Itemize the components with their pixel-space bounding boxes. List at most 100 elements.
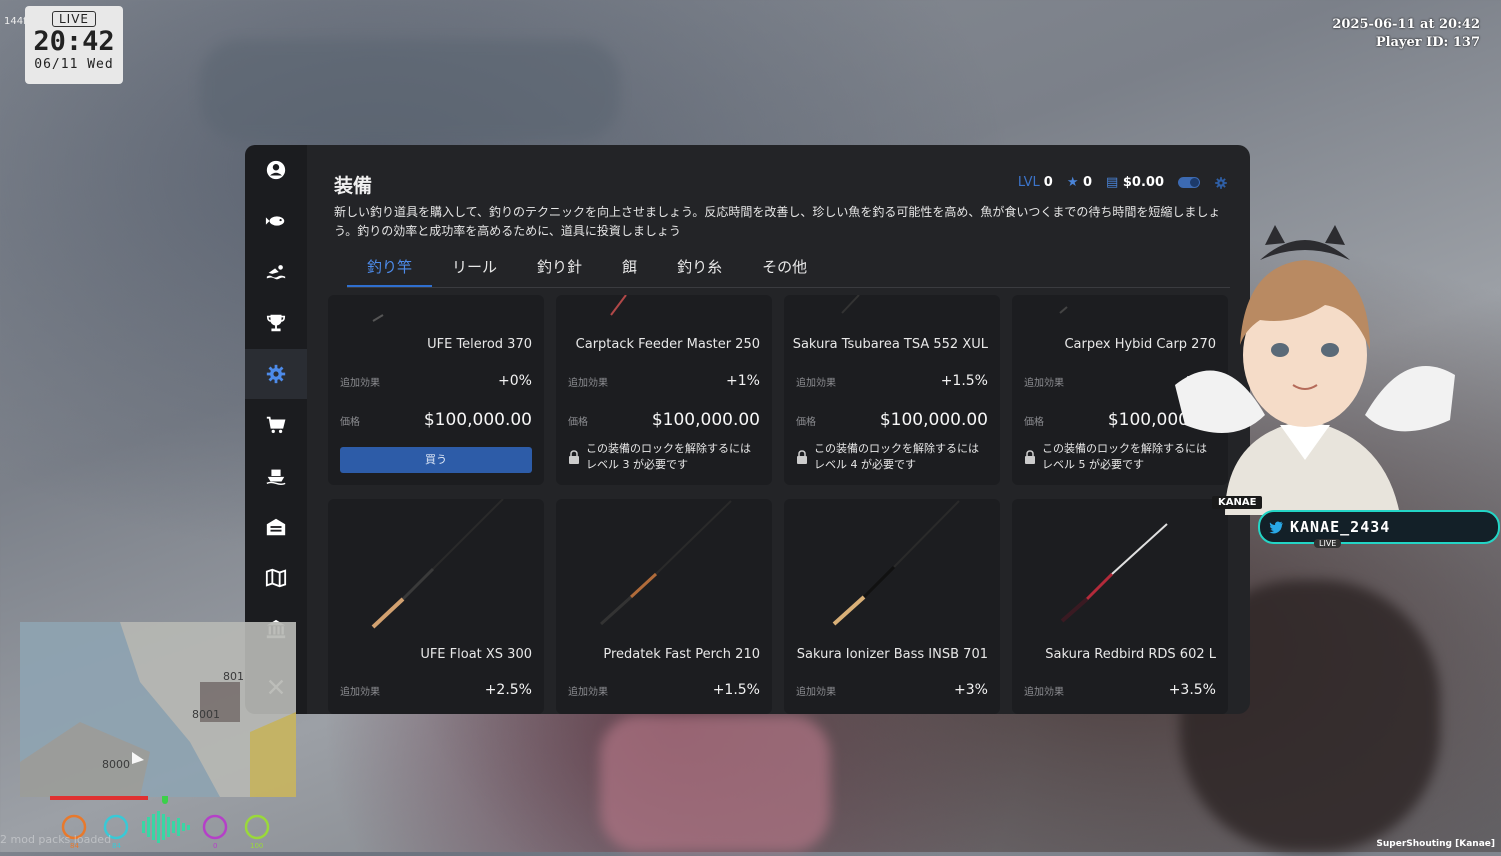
lock-level: レベル 3 が必要です [586,458,688,471]
fishing-rod-image [372,314,384,322]
cart-icon [266,416,286,434]
bonus-label: 追加効果 [568,686,608,698]
level-value: 0 [1043,175,1053,190]
fishing-rod-image [841,295,860,314]
product-card: Sakura Redbird RDS 602 L 追加効果 +3.5% [1012,499,1228,714]
level-display: LVL 0 [1018,175,1053,190]
minimap: 8001 8000 801 [20,622,296,797]
stress-value: 0 [213,842,217,850]
tab-other[interactable]: その他 [742,255,827,285]
price-label: 価格 [568,416,588,428]
sidebar-item-shop[interactable] [245,400,307,450]
product-name: Sakura Tsubarea TSA 552 XUL [792,337,988,352]
price-row: 価格 $100,000.00 [568,410,760,430]
map-icon [265,568,287,588]
bonus-row: 追加効果 +1.5% [796,373,988,389]
category-tabs: 釣り竿 リール 釣り針 餌 釣り糸 その他 [347,255,827,288]
tab-rods[interactable]: 釣り竿 [347,255,433,288]
minimap-label: 801 [223,670,244,683]
tab-line[interactable]: 釣り糸 [657,255,742,285]
bonus-row: 追加効果 +1% [568,373,760,389]
star-icon: ★ [1066,175,1079,190]
product-name: Sakura Redbird RDS 602 L [1045,647,1216,662]
bonus-label: 追加効果 [1024,377,1064,389]
streamer-nameplate: KANAE [1212,496,1263,509]
fishing-rod-image [599,500,732,626]
bonus-value: +0% [498,373,532,389]
product-card: Sakura Tsubarea TSA 552 XUL 追加効果 +1.5% 価格… [784,295,1000,485]
product-card: Carptack Feeder Master 250 追加効果 +1% 価格 $10… [556,295,772,485]
bonus-value: +1% [726,373,760,389]
tab-hooks[interactable]: 釣り針 [517,255,602,285]
lock-icon [797,450,807,464]
voice-meter-icon [142,811,190,843]
sidebar-item-fish[interactable] [245,196,307,246]
swimmer-icon [266,265,286,280]
server-datetime: 2025-06-11 at 20:42 [1332,17,1480,32]
sidebar-item-swim[interactable] [245,247,307,297]
product-name: UFE Float XS 300 [420,647,532,662]
player-id: Player ID: 137 [1375,35,1480,50]
product-name: Sakura Ionizer Bass INSB 701 [796,647,988,662]
tab-reels[interactable]: リール [432,255,517,285]
lock-text: この装備のロックを解除するには [814,442,979,455]
money-display: ▤ $0.00 [1106,175,1164,190]
warehouse-icon [266,518,286,536]
bonus-value: +3% [954,682,988,698]
stars-display: ★ 0 [1067,175,1092,190]
buy-button[interactable]: 買う [340,447,532,473]
tab-divider [347,287,1230,288]
clock-date: 06/11 Wed [34,57,114,72]
lock-icon [1025,450,1035,464]
money-icon: ▤ [1106,175,1119,190]
bonus-label: 追加効果 [1024,686,1064,698]
settings-gear-icon[interactable] [1214,176,1228,190]
bonus-row: 追加効果 +3.5% [1024,682,1216,698]
price-value: $100,000.00 [879,410,988,430]
money-value: $0.00 [1122,175,1164,190]
level-label: LVL [1017,175,1040,190]
sidebar-item-profile[interactable] [245,145,307,195]
server-info: 2025-06-11 at 20:42 Player ID: 137 [1332,16,1480,52]
product-name: UFE Telerod 370 [427,337,532,352]
price-label: 価格 [1024,416,1044,428]
price-label: 価格 [340,416,360,428]
fishing-rod-image [832,500,960,626]
lock-level: レベル 4 が必要です [814,458,916,471]
sidebar-item-boat[interactable] [245,451,307,501]
health-bar [50,796,148,800]
product-name: Carptack Feeder Master 250 [575,337,760,352]
gear-icon [266,364,286,384]
sidebar-item-equipment[interactable] [245,349,307,399]
bonus-row: 追加効果 +3% [796,682,988,698]
live-indicator: LIVE [1314,539,1342,548]
settings-toggle[interactable] [1178,177,1200,188]
price-value: $100,000.00 [651,410,760,430]
bonus-row: 追加効果 +1.5% [568,682,760,698]
fishing-rod-image [371,499,504,629]
bonus-label: 追加効果 [796,377,836,389]
price-row: 価格 $100,000.00 [340,410,532,430]
tab-bait[interactable]: 餌 [602,255,657,285]
boat-icon [266,469,286,485]
price-row: 価格 $100,000.00 [796,410,988,430]
bonus-row: 追加効果 +0% [340,373,532,389]
live-badge: LIVE [51,11,96,27]
product-card: UFE Float XS 300 追加効果 +2.5% [328,499,544,714]
sidebar-item-map[interactable] [245,553,307,603]
lock-text: この装備のロックを解除するには [586,442,751,455]
fishing-rod-image [1060,523,1168,623]
product-name: Predatek Fast Perch 210 [603,647,760,662]
sidebar-item-trophy[interactable] [245,298,307,348]
page-description: 新しい釣り道具を購入して、釣りのテクニックを向上させましょう。反応時間を改善し、… [334,205,1221,238]
product-card: Predatek Fast Perch 210 追加効果 +1.5% [556,499,772,714]
mod-status-text: 2 mod packs loaded [0,833,112,846]
sidebar-item-storage[interactable] [245,502,307,552]
bonus-value: +3.5% [1168,682,1216,698]
bonus-value: +1.5% [940,373,988,389]
bonus-row: 追加効果 +2.5% [340,682,532,698]
page-title: 装備 [334,175,373,197]
minimap-map: 8001 8000 801 [20,622,296,797]
product-card: Sakura Ionizer Bass INSB 701 追加効果 +3% [784,499,1000,714]
stars-value: 0 [1083,175,1093,190]
